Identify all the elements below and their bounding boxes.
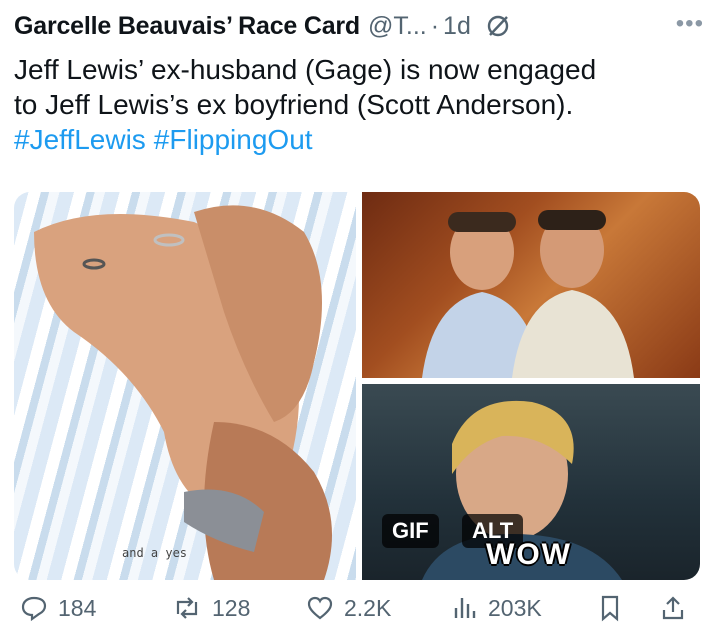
photo-couple[interactable] xyxy=(362,192,700,378)
views-button[interactable]: 203K xyxy=(452,590,542,626)
tweet-header: Garcelle Beauvais’ Race Card @T... · 1d … xyxy=(14,8,714,44)
hashtag-flippingout[interactable]: #FlippingOut xyxy=(154,124,313,155)
bookmark-icon xyxy=(601,595,619,622)
author-name[interactable]: Garcelle Beauvais’ Race Card xyxy=(14,12,360,41)
tweet-text: Jeff Lewis’ ex-husband (Gage) is now eng… xyxy=(14,52,704,157)
photo-hands-rings[interactable]: and a yes xyxy=(14,192,356,580)
repost-count: 128 xyxy=(212,594,251,621)
share-button[interactable] xyxy=(660,590,686,626)
hashtags: #JeffLewis #FlippingOut xyxy=(14,122,704,157)
heart-icon xyxy=(307,596,333,620)
repost-icon xyxy=(176,597,198,619)
timestamp[interactable]: 1d xyxy=(443,12,471,41)
tweet-line-1: Jeff Lewis’ ex-husband (Gage) is now eng… xyxy=(14,54,597,85)
photo-caption: and a yes xyxy=(122,546,188,560)
reply-icon xyxy=(21,596,47,622)
views-count: 203K xyxy=(488,594,542,621)
tweet-line-2: to Jeff Lewis’s ex boyfriend (Scott Ande… xyxy=(14,89,574,120)
separator-dot: · xyxy=(430,11,440,40)
grok-icon[interactable] xyxy=(485,13,511,39)
repost-button[interactable]: 128 xyxy=(172,590,250,626)
like-count: 2.2K xyxy=(344,594,392,621)
gif-overlay-text: WOW xyxy=(486,538,572,571)
like-button[interactable]: 2.2K xyxy=(306,590,391,626)
hashtag-jefflewis[interactable]: #JeffLewis xyxy=(14,124,146,155)
media-grid: and a yes GIF ALT WOW xyxy=(14,192,700,580)
more-icon[interactable]: ••• xyxy=(676,10,704,38)
reply-button[interactable]: 184 xyxy=(20,590,96,626)
gif-badge: GIF xyxy=(382,514,439,548)
share-icon xyxy=(662,596,684,620)
action-bar: 184 128 2.2K 203K xyxy=(14,590,704,626)
author-handle[interactable]: @T... xyxy=(368,12,427,41)
bookmark-button[interactable] xyxy=(598,590,622,626)
views-icon xyxy=(454,598,476,618)
reply-count: 184 xyxy=(58,594,97,621)
